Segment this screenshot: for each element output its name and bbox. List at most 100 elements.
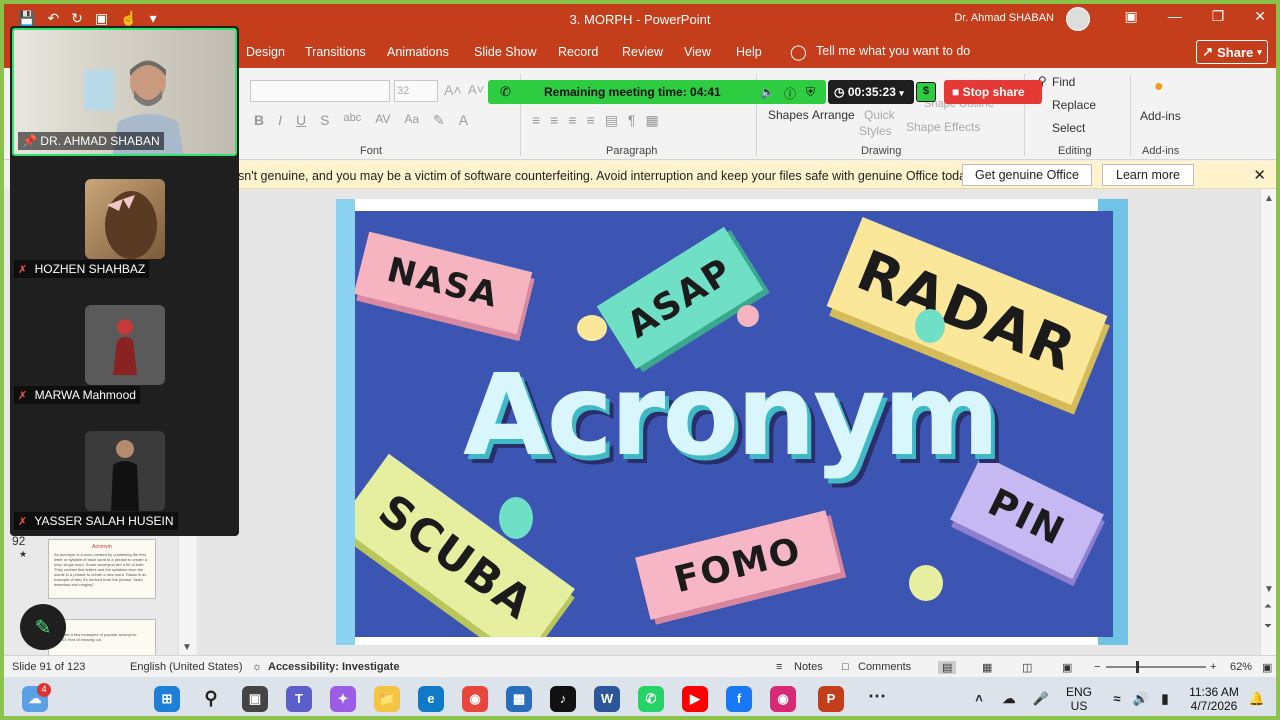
next-slide-icon[interactable]: ⏷ [1264, 621, 1272, 632]
participant-avatar-yasser[interactable] [85, 431, 165, 511]
zoom-in-icon[interactable]: + [1210, 661, 1216, 673]
youtube-icon[interactable]: ▶ [682, 686, 708, 712]
teams-icon[interactable]: T [286, 686, 312, 712]
align-center-icon[interactable]: ≡ [550, 112, 558, 129]
underline-icon[interactable]: U [296, 112, 306, 129]
align-text-icon[interactable]: ▦ [645, 112, 658, 129]
language-indicator[interactable]: English (United States) [130, 661, 243, 673]
columns-icon[interactable]: ▤ [605, 112, 618, 129]
tab-transitions[interactable]: Transitions [305, 45, 366, 59]
tell-me-search[interactable]: Tell me what you want to do [816, 44, 970, 58]
word-icon[interactable]: W [594, 686, 620, 712]
align-right-icon[interactable]: ≡ [568, 112, 576, 129]
slide-scrollbar[interactable]: ▲ ▼ ⏶ ⏷ [1260, 189, 1276, 655]
fit-slide-icon[interactable]: ▣ [1262, 661, 1272, 674]
font-name-box[interactable] [250, 80, 390, 102]
highlight-icon[interactable]: ✎ [433, 112, 445, 129]
copilot-icon[interactable]: ✦ [330, 686, 356, 712]
normal-view-icon[interactable]: ▤ [938, 661, 957, 674]
notification-bell-icon[interactable]: 🔔 [1244, 686, 1270, 712]
participant-tile-host[interactable]: 📌 DR. AHMAD SHABAN [12, 28, 237, 156]
minimize-icon[interactable]: — [1168, 8, 1182, 25]
clock[interactable]: 11:36 AM 4/7/2026 [1184, 685, 1244, 713]
shadow-icon[interactable]: S [320, 112, 329, 129]
search-icon[interactable]: ⚲ [198, 686, 224, 712]
shapes-button[interactable]: Shapes [768, 108, 809, 122]
user-avatar[interactable] [1066, 7, 1090, 31]
edge-icon[interactable]: e [418, 686, 444, 712]
volume-icon[interactable]: 🔊 [1128, 686, 1154, 712]
stop-share-button[interactable]: ■ Stop share [944, 80, 1042, 104]
change-case-icon[interactable]: Aa [404, 112, 419, 129]
user-name[interactable]: Dr. Ahmad SHABAN [954, 12, 1054, 24]
zoom-slider-knob[interactable] [1136, 661, 1139, 673]
justify-icon[interactable]: ≡ [587, 112, 595, 129]
shrink-font-icon[interactable]: A˅ [468, 82, 484, 97]
powerpoint-icon[interactable]: P [818, 686, 844, 712]
dollar-icon[interactable]: $ [916, 82, 936, 102]
show-hidden-icons[interactable]: ˄ [966, 686, 992, 712]
addins-button[interactable]: Add-ins [1140, 109, 1181, 123]
tiktok-icon[interactable]: ♪ [550, 686, 576, 712]
slide-thumbnail-92[interactable]: Acronym An acronym is a word created by … [48, 539, 156, 599]
shape-effects-button[interactable]: Shape Effects [906, 120, 981, 134]
italic-icon[interactable]: I [278, 112, 282, 129]
quick-styles-button-line1[interactable]: Quick [864, 108, 895, 122]
share-button[interactable]: ↗ Share ▾ [1196, 40, 1268, 64]
find-button[interactable]: Find [1052, 75, 1075, 89]
tab-record[interactable]: Record [558, 45, 598, 59]
comments-button[interactable]: Comments [858, 661, 911, 673]
select-button[interactable]: Select [1052, 121, 1085, 135]
tab-view[interactable]: View [684, 45, 711, 59]
ribbon-display-icon[interactable]: ▣ [1124, 8, 1137, 25]
text-direction-icon[interactable]: ¶ [628, 112, 636, 129]
align-left-icon[interactable]: ≡ [532, 112, 540, 129]
notes-button[interactable]: Notes [794, 661, 823, 673]
wifi-icon[interactable]: ≈ [1104, 686, 1130, 712]
scroll-down-icon[interactable]: ▼ [182, 642, 192, 653]
replace-button[interactable]: Replace [1052, 98, 1096, 112]
tab-slide-show[interactable]: Slide Show [474, 45, 537, 59]
tab-help[interactable]: Help [736, 45, 762, 59]
quick-styles-button-line2[interactable]: Styles [859, 124, 892, 138]
reading-view-icon[interactable]: ◫ [1022, 661, 1032, 674]
microphone-icon[interactable]: 🎤 [1028, 686, 1054, 712]
zoom-level[interactable]: 62% [1230, 661, 1252, 673]
store-icon[interactable]: ▩ [506, 686, 532, 712]
tab-review[interactable]: Review [622, 45, 663, 59]
whatsapp-icon[interactable]: ✆ [638, 686, 664, 712]
speaker-icon[interactable]: 🔈 [760, 85, 775, 99]
onedrive-icon[interactable]: ☁ [996, 686, 1022, 712]
font-color-icon[interactable]: A [459, 112, 468, 129]
scroll-up-icon[interactable]: ▲ [1264, 193, 1274, 204]
char-spacing-icon[interactable]: AV [375, 112, 390, 129]
phone-icon[interactable]: ✆ [500, 84, 511, 100]
close-icon[interactable]: ✕ [1254, 8, 1266, 25]
facebook-icon[interactable]: f [726, 686, 752, 712]
scroll-down-icon[interactable]: ▼ [1264, 584, 1274, 595]
close-icon[interactable]: ✕ [1253, 166, 1266, 184]
shield-icon[interactable]: ⛨ [806, 85, 815, 100]
bold-icon[interactable]: B [254, 112, 264, 129]
more-apps-icon[interactable]: ⋯ [864, 686, 890, 712]
participant-avatar-hozhen[interactable] [85, 179, 165, 259]
battery-icon[interactable]: ▮ [1152, 686, 1178, 712]
zoom-slider[interactable] [1106, 661, 1206, 673]
slide-sorter-icon[interactable]: ▦ [982, 661, 992, 674]
strikethrough-icon[interactable]: abc [343, 112, 361, 129]
grow-font-icon[interactable]: A˄ [444, 82, 462, 98]
font-size-box[interactable]: 32 [394, 80, 438, 102]
accessibility-status[interactable]: Accessibility: Investigate [268, 661, 399, 673]
chrome-icon[interactable]: ◉ [462, 686, 488, 712]
learn-more-button[interactable]: Learn more [1102, 164, 1194, 186]
tab-animations[interactable]: Animations [387, 45, 449, 59]
participant-avatar-marwa[interactable] [85, 305, 165, 385]
current-slide[interactable]: NASA ASAP RADAR PIN SCUBA FOMO Acronym [336, 199, 1128, 645]
start-icon[interactable]: ⊞ [154, 686, 180, 712]
tab-design[interactable]: Design [246, 45, 285, 59]
maximize-icon[interactable]: ❐ [1212, 8, 1225, 25]
get-genuine-office-button[interactable]: Get genuine Office [962, 164, 1092, 186]
zoom-out-icon[interactable]: − [1094, 661, 1100, 673]
previous-slide-icon[interactable]: ⏶ [1264, 601, 1272, 612]
instagram-icon[interactable]: ◉ [770, 686, 796, 712]
